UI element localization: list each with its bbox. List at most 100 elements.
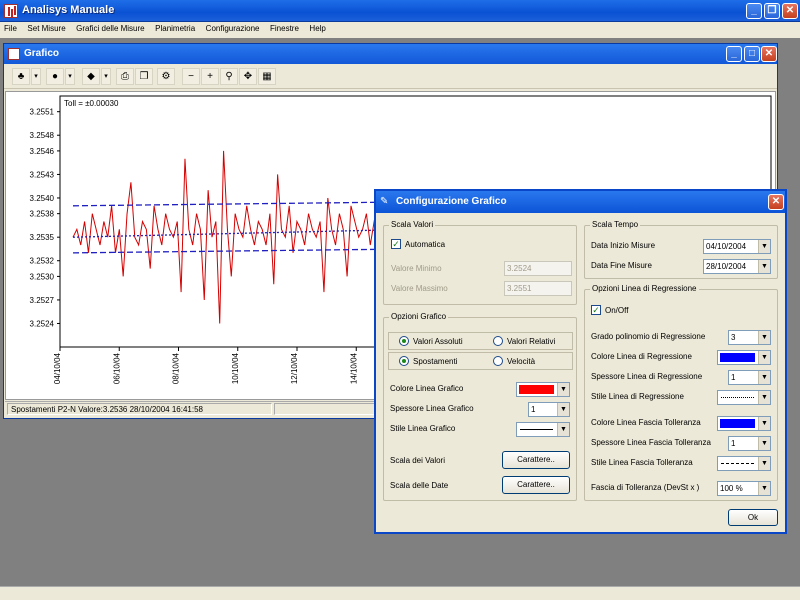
onoff-label: On/Off (605, 306, 629, 315)
valori-relativi-label: Valori Relativi (507, 337, 556, 346)
valori-relativi-radio[interactable] (493, 336, 503, 346)
valore-minimo-field[interactable]: 3.2524 (504, 261, 572, 276)
zoom-in-icon[interactable]: + (201, 68, 219, 85)
data-fine-picker[interactable]: 28/10/2004 ▼ (703, 259, 771, 274)
spostamenti-radio[interactable] (399, 356, 409, 366)
spessore-fascia-label: Spessore Linea Fascia Tolleranza (591, 438, 711, 447)
color-icon[interactable]: ◆ (82, 68, 100, 85)
config-dialog: ✎ Configurazione Grafico ✕ Scala Valori … (374, 189, 787, 534)
regressione-title: Opzioni Linea di Regressione (590, 284, 699, 293)
valore-massimo-label: Valore Massimo (391, 284, 448, 293)
grafico-minimize-button[interactable]: _ (726, 46, 742, 62)
chevron-down-icon: ▼ (758, 482, 770, 495)
y-tick-label: 3.2535 (30, 233, 55, 242)
fascia-label: Fascia di Tolleranza (DevSt x ) (591, 483, 700, 492)
chevron-down-icon: ▼ (758, 240, 770, 253)
data-inizio-picker[interactable]: 04/10/2004 ▼ (703, 239, 771, 254)
pan-icon[interactable]: ✥ (239, 68, 257, 85)
spessore-fascia-combo[interactable]: 1 ▼ (728, 436, 771, 451)
data-inizio-label: Data Inizio Misure (591, 241, 656, 250)
spessore-linea-grafico-value: 1 (531, 405, 536, 414)
data-fine-label: Data Fine Misure (591, 261, 652, 270)
colore-fascia-label: Colore Linea Fascia Tolleranza (591, 418, 701, 427)
scala-tempo-group: Scala Tempo Data Inizio Misure 04/10/200… (584, 220, 778, 279)
y-tick-label: 3.2548 (30, 131, 55, 140)
chevron-down-icon: ▼ (758, 351, 770, 364)
menubar: File Set Misure Grafici delle Misure Pla… (0, 22, 800, 38)
menu-set-misure[interactable]: Set Misure (23, 22, 69, 33)
velocita-radio[interactable] (493, 356, 503, 366)
x-tick-label: 04/10/04 (53, 352, 62, 384)
grafico-maximize-button[interactable]: □ (744, 46, 760, 62)
spessore-linea-grafico-label: Spessore Linea Grafico (390, 404, 474, 413)
zoom-out-icon[interactable]: − (182, 68, 200, 85)
opzioni-grafico-group: Opzioni Grafico Valori Assoluti Valori R… (383, 312, 577, 501)
close-button[interactable]: ✕ (782, 3, 798, 19)
automatica-checkbox[interactable]: ✓ (391, 239, 401, 249)
x-tick-label: 14/10/04 (349, 352, 358, 384)
colore-regressione-combo[interactable]: ▼ (717, 350, 771, 365)
marker-icon[interactable]: ● (46, 68, 64, 85)
settings-icon[interactable]: ⚙ (157, 68, 175, 85)
minimize-button[interactable]: _ (746, 3, 762, 19)
spostamenti-label: Spostamenti (413, 357, 458, 366)
menu-configurazione[interactable]: Configurazione (202, 22, 264, 33)
opzioni-grafico-title: Opzioni Grafico (389, 312, 449, 321)
colore-regressione-label: Colore Linea di Regressione (591, 352, 692, 361)
stile-regressione-combo[interactable]: ▼ (717, 390, 771, 405)
y-tick-label: 3.2540 (30, 194, 55, 203)
tree-dropdown-icon[interactable]: ▾ (31, 68, 41, 85)
spessore-linea-grafico-combo[interactable]: 1 ▼ (528, 402, 570, 417)
scala-valori-font-button[interactable]: Carattere.. (502, 451, 570, 469)
spessore-regressione-label: Spessore Linea di Regressione (591, 372, 703, 381)
stile-linea-grafico-combo[interactable]: ▼ (516, 422, 570, 437)
color-dropdown-icon[interactable]: ▾ (101, 68, 111, 85)
menu-planimetria[interactable]: Planimetria (151, 22, 199, 33)
spessore-regressione-combo[interactable]: 1 ▼ (728, 370, 771, 385)
y-tick-label: 3.2530 (30, 272, 55, 281)
stile-fascia-combo[interactable]: ▼ (717, 456, 771, 471)
grado-combo[interactable]: 3 ▼ (728, 330, 771, 345)
grafico-close-button[interactable]: ✕ (761, 46, 777, 62)
colore-fascia-swatch (720, 419, 755, 428)
copy-icon[interactable]: ❐ (135, 68, 153, 85)
y-tick-label: 3.2538 (30, 210, 55, 219)
app-icon (4, 4, 18, 18)
valore-massimo-field[interactable]: 3.2551 (504, 281, 572, 296)
grado-label: Grado polinomio di Regressione (591, 332, 706, 341)
marker-dropdown-icon[interactable]: ▾ (65, 68, 75, 85)
chevron-down-icon: ▼ (557, 403, 569, 416)
chevron-down-icon: ▼ (557, 383, 569, 396)
colore-fascia-combo[interactable]: ▼ (717, 416, 771, 431)
fascia-combo[interactable]: 100 % ▼ (717, 481, 771, 496)
x-tick-label: 12/10/04 (290, 352, 299, 384)
valori-assoluti-label: Valori Assoluti (413, 337, 463, 346)
menu-file[interactable]: File (0, 22, 21, 33)
ok-button[interactable]: Ok (728, 509, 778, 526)
colore-linea-grafico-combo[interactable]: ▼ (516, 382, 570, 397)
onoff-checkbox[interactable]: ✓ (591, 305, 601, 315)
dialog-close-button[interactable]: ✕ (768, 194, 784, 210)
chart-window-icon (8, 48, 20, 60)
scala-date-font-button[interactable]: Carattere.. (502, 476, 570, 494)
chevron-down-icon: ▼ (758, 260, 770, 273)
print-icon[interactable]: ⎙ (116, 68, 134, 85)
y-tick-label: 3.2532 (30, 257, 55, 266)
scala-tempo-title: Scala Tempo (590, 220, 641, 229)
magnifier-icon[interactable]: ⚲ (220, 68, 238, 85)
dialog-title: Configurazione Grafico (396, 196, 507, 207)
menu-finestre[interactable]: Finestre (266, 22, 303, 33)
grid-icon[interactable]: ▦ (258, 68, 276, 85)
tree-icon[interactable]: ♣ (12, 68, 30, 85)
scala-date-font-label: Scala delle Date (390, 481, 449, 490)
fascia-value: 100 % (720, 484, 743, 493)
menu-help[interactable]: Help (305, 22, 329, 33)
menu-grafici[interactable]: Grafici delle Misure (72, 22, 148, 33)
regressione-group: Opzioni Linea di Regressione ✓ On/Off Gr… (584, 284, 778, 501)
dashdot-line-sample (721, 463, 754, 464)
stile-regressione-label: Stile Linea di Regressione (591, 392, 684, 401)
restore-button[interactable]: ❐ (764, 3, 780, 19)
scala-valori-title: Scala Valori (389, 220, 436, 229)
valori-assoluti-radio[interactable] (399, 336, 409, 346)
spessore-fascia-value: 1 (731, 439, 736, 448)
